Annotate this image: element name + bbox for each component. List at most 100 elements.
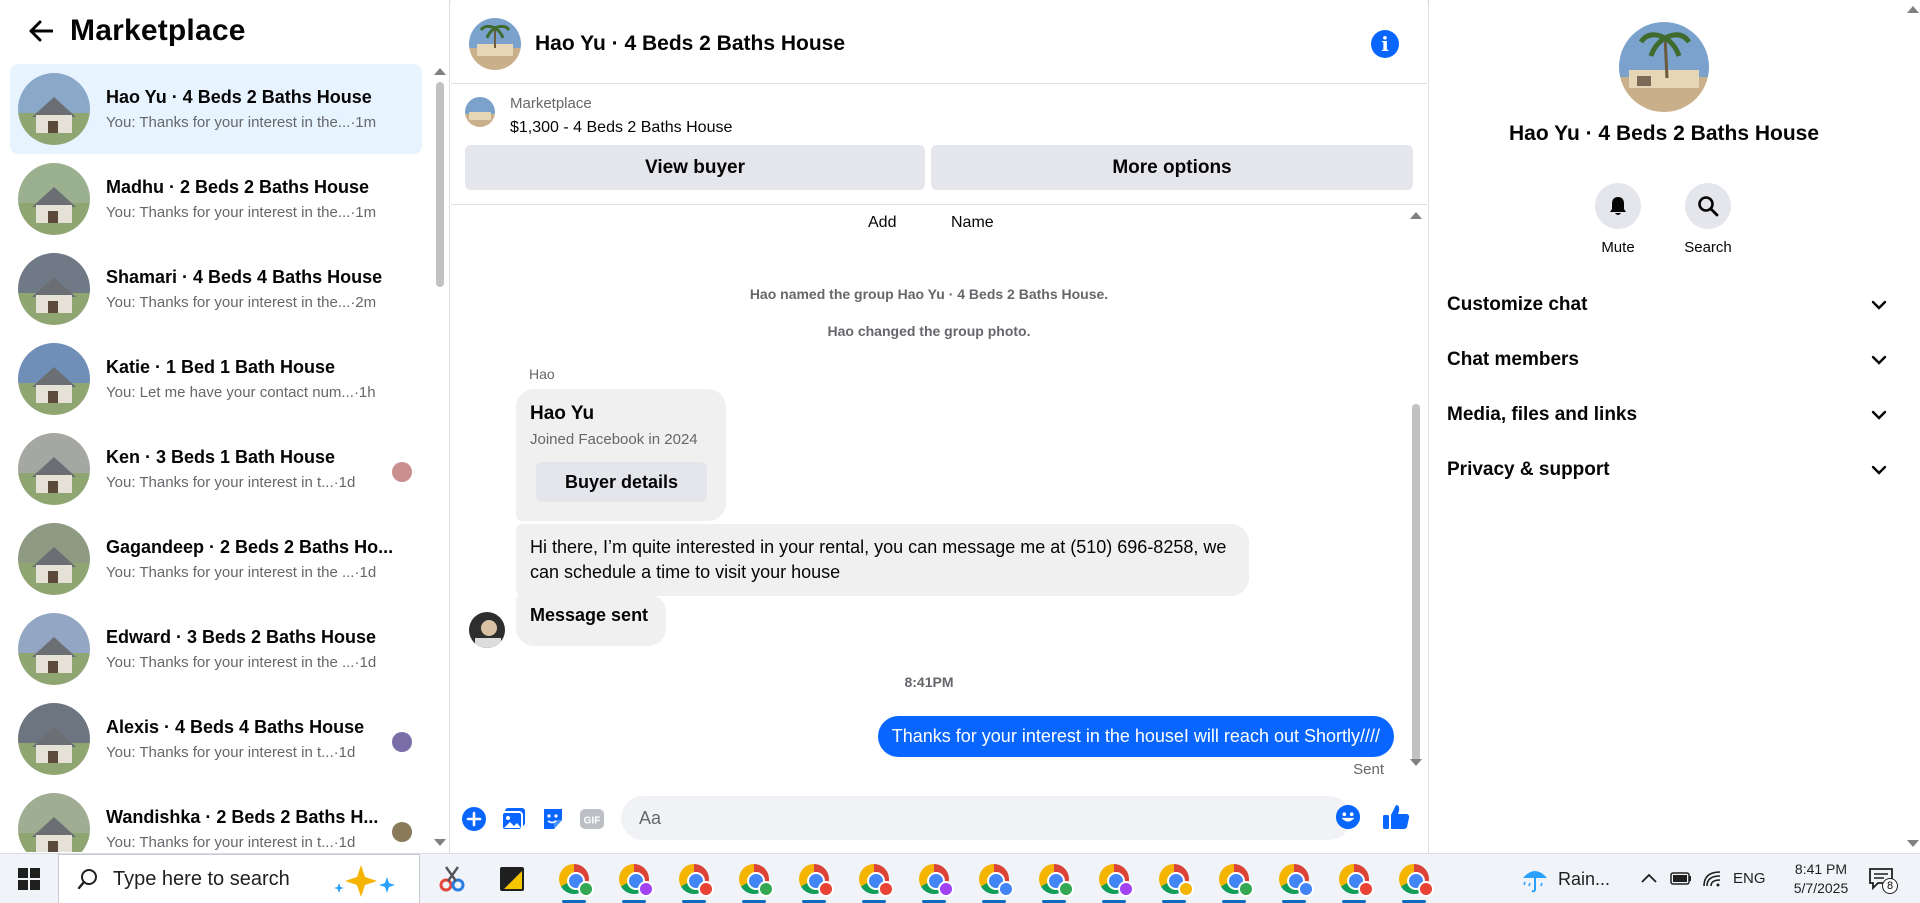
conversation-item[interactable]: Shamari · 4 Beds 4 Baths House You: Thank… xyxy=(10,244,422,334)
sticky-notes-icon[interactable] xyxy=(494,861,530,897)
section-label: Customize chat xyxy=(1447,294,1588,315)
buyer-name: Hao Yu xyxy=(530,403,595,424)
privacy-support-section[interactable]: Privacy & support xyxy=(1447,447,1887,493)
info-icon[interactable]: i xyxy=(1371,30,1399,58)
scroll-down-arrow-icon[interactable] xyxy=(434,839,446,846)
chrome-profile-icon[interactable] xyxy=(1396,861,1434,903)
weather-rain-icon[interactable] xyxy=(1520,864,1550,894)
buyer-details-button[interactable]: Buyer details xyxy=(536,462,707,502)
sticker-icon[interactable] xyxy=(540,806,566,832)
sidebar-scrollbar[interactable] xyxy=(432,62,448,852)
buyer-joined-text: Joined Facebook in 2024 xyxy=(530,431,698,448)
conversation-item[interactable]: Gagandeep · 2 Beds 2 Baths Ho... You: Tha… xyxy=(10,514,422,604)
conversation-item[interactable]: Alexis · 4 Beds 4 Baths House You: Thanks… xyxy=(10,694,422,784)
incoming-message-bubble[interactable]: Hi there, I’m quite interested in your r… xyxy=(516,524,1249,596)
chat-pane: Hao Yu · 4 Beds 2 Baths House i Marketpl… xyxy=(451,0,1427,853)
section-label: Media, files and links xyxy=(1447,404,1638,425)
notification-count-badge: 8 xyxy=(1882,878,1898,894)
chrome-profile-icon[interactable] xyxy=(1156,861,1194,903)
conversation-thumbnail xyxy=(18,343,90,415)
scroll-up-arrow-icon[interactable] xyxy=(1410,212,1422,219)
chrome-profile-icon[interactable] xyxy=(1216,861,1254,903)
sender-avatar[interactable] xyxy=(469,612,505,648)
thumbs-up-icon[interactable] xyxy=(1381,802,1411,832)
gif-icon[interactable]: GIF xyxy=(579,806,605,832)
conversation-name: Ken · 3 Beds 1 Bath House xyxy=(106,447,336,467)
scroll-down-arrow-icon[interactable] xyxy=(1907,840,1919,847)
battery-icon[interactable] xyxy=(1670,870,1692,886)
chat-avatar[interactable] xyxy=(469,17,521,70)
message-timestamp: 8:41PM xyxy=(904,674,954,690)
details-title: Hao Yu · 4 Beds 2 Baths House xyxy=(1508,122,1820,145)
mute-action[interactable]: Mute xyxy=(1578,183,1658,256)
chrome-profile-icon[interactable] xyxy=(796,861,834,903)
conversation-item[interactable]: Madhu · 2 Beds 2 Baths House You: Thanks … xyxy=(10,154,422,244)
chrome-profile-icon[interactable] xyxy=(556,861,594,903)
conversation-time: ·1d xyxy=(333,744,356,761)
scroll-up-arrow-icon[interactable] xyxy=(434,68,446,75)
chrome-profile-icon[interactable] xyxy=(616,861,654,903)
chrome-profile-icon[interactable] xyxy=(736,861,774,903)
scroll-up-arrow-icon[interactable] xyxy=(1907,6,1919,13)
conversation-item[interactable]: Ken · 3 Beds 1 Bath House You: Thanks for… xyxy=(10,424,422,514)
conversation-item[interactable]: Edward · 3 Beds 2 Baths House You: Thanks… xyxy=(10,604,422,694)
taskbar-search-placeholder: Type here to search xyxy=(113,867,290,890)
chrome-profile-icon[interactable] xyxy=(916,861,954,903)
search-action[interactable]: Search xyxy=(1668,183,1748,256)
conversation-time: ·1d xyxy=(354,654,377,671)
marketplace-label: Marketplace xyxy=(510,95,592,112)
language-indicator[interactable]: ENG xyxy=(1733,870,1766,887)
media-files-links-section[interactable]: Media, files and links xyxy=(1447,392,1887,438)
read-receipt-avatar xyxy=(392,822,412,842)
listing-title[interactable]: $1,300 - 4 Beds 2 Baths House xyxy=(510,119,732,137)
weather-text[interactable]: Rain... xyxy=(1558,869,1610,890)
taskbar-search-box[interactable]: Type here to search xyxy=(58,854,420,903)
read-receipt-avatar xyxy=(392,732,412,752)
conversation-preview: You: Thanks for your interest in t... xyxy=(106,474,334,491)
windows-start-icon[interactable] xyxy=(0,854,58,903)
message-input[interactable] xyxy=(621,796,1351,840)
clock-time: 8:41 PM xyxy=(1794,861,1848,877)
emoji-icon[interactable] xyxy=(1335,804,1361,830)
more-options-button[interactable]: More options xyxy=(931,145,1413,190)
conversation-name: Edward · 3 Beds 2 Baths House xyxy=(106,627,377,647)
scroll-down-arrow-icon[interactable] xyxy=(1410,759,1422,766)
chat-members-section[interactable]: Chat members xyxy=(1447,337,1887,383)
conversation-thumbnail xyxy=(18,703,90,775)
plus-icon[interactable] xyxy=(461,806,487,832)
chrome-profile-icon[interactable] xyxy=(976,861,1014,903)
chrome-profile-icon[interactable] xyxy=(856,861,894,903)
conversation-time: ·1m xyxy=(350,204,377,221)
chrome-profile-icon[interactable] xyxy=(676,861,714,903)
chrome-profile-icon[interactable] xyxy=(1036,861,1074,903)
search-icon[interactable] xyxy=(1685,183,1731,229)
conversation-item[interactable]: Katie · 1 Bed 1 Bath House You: Let me ha… xyxy=(10,334,422,424)
page-scrollbar[interactable] xyxy=(1904,0,1920,853)
listing-thumbnail[interactable] xyxy=(465,97,495,127)
pinned-add-label: Add xyxy=(868,214,897,231)
scrollbar-thumb[interactable] xyxy=(436,82,444,287)
photo-icon[interactable] xyxy=(501,806,527,832)
conversation-item[interactable]: Wandishka · 2 Beds 2 Baths H... You: Than… xyxy=(10,784,422,852)
outgoing-message-bubble[interactable]: Thanks for your interest in the houseI w… xyxy=(877,716,1394,757)
view-buyer-button[interactable]: View buyer xyxy=(465,145,925,190)
chevron-up-icon[interactable] xyxy=(1640,872,1658,884)
conversation-time: ·1h xyxy=(353,384,376,401)
system-clock[interactable]: 8:41 PM 5/7/2025 xyxy=(1776,860,1866,898)
group-avatar[interactable] xyxy=(1619,22,1709,112)
notification-icon[interactable]: 8 xyxy=(1868,866,1898,894)
snipping-tool-icon[interactable] xyxy=(434,861,470,897)
conversation-item[interactable]: Hao Yu · 4 Beds 2 Baths House You: Thanks… xyxy=(10,64,422,154)
thread-scrollbar[interactable] xyxy=(1408,206,1424,776)
back-arrow-icon[interactable] xyxy=(26,16,56,46)
chrome-profile-icon[interactable] xyxy=(1276,861,1314,903)
conversation-thumbnail xyxy=(18,73,90,145)
bell-icon[interactable] xyxy=(1595,183,1641,229)
chevron-down-icon xyxy=(1871,355,1887,365)
wifi-icon[interactable] xyxy=(1702,868,1722,888)
incoming-status-bubble[interactable]: Message sent xyxy=(516,594,666,646)
scrollbar-thumb[interactable] xyxy=(1412,404,1420,761)
chrome-profile-icon[interactable] xyxy=(1096,861,1134,903)
chrome-profile-icon[interactable] xyxy=(1336,861,1374,903)
customize-chat-section[interactable]: Customize chat xyxy=(1447,282,1887,328)
